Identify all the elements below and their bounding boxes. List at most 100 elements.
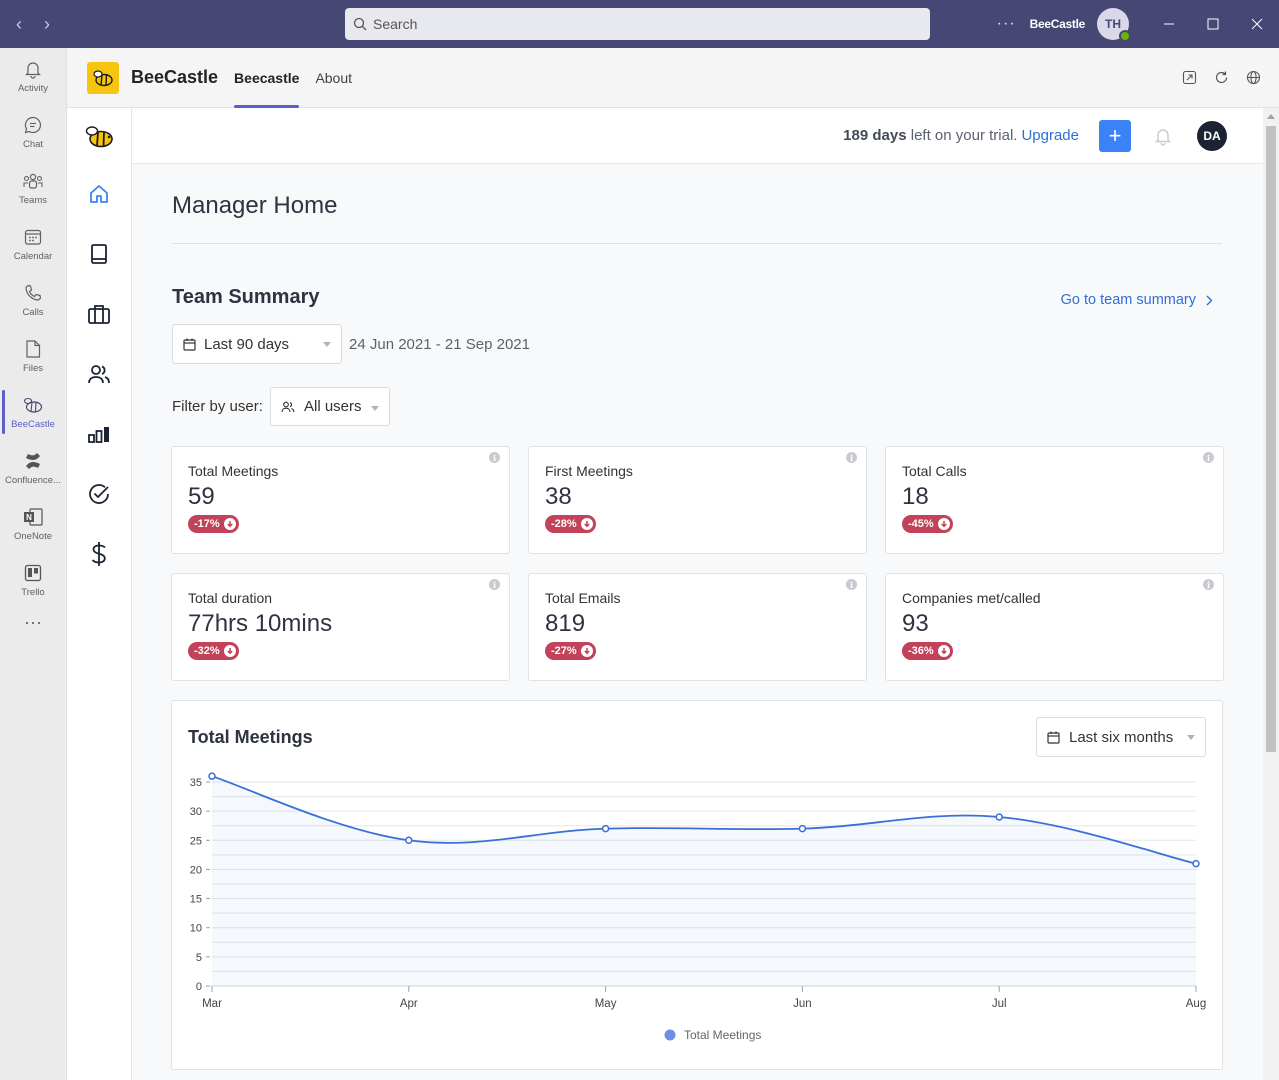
stat-card-total-calls[interactable]: Total Calls 18 -45% i bbox=[885, 446, 1224, 554]
rail-label: Activity bbox=[17, 83, 49, 94]
bee-icon bbox=[22, 394, 44, 416]
rail-label: Files bbox=[22, 363, 44, 374]
rail-item-calendar[interactable]: Calendar bbox=[0, 216, 66, 272]
change-badge: -27% bbox=[545, 642, 596, 660]
rail-item-files[interactable]: Files bbox=[0, 328, 66, 384]
stat-label: Total Calls bbox=[902, 463, 967, 479]
sidebar-item-tasks[interactable] bbox=[67, 464, 131, 524]
sidebar-item-reports[interactable] bbox=[67, 404, 131, 464]
sidebar-item-billing[interactable] bbox=[67, 524, 131, 584]
rail-item-onenote[interactable]: N OneNote bbox=[0, 496, 66, 552]
rail-item-chat[interactable]: Chat bbox=[0, 104, 66, 160]
stat-value: 77hrs 10mins bbox=[188, 610, 333, 637]
date-range-select[interactable]: Last 90 days bbox=[172, 324, 342, 364]
add-button[interactable]: + bbox=[1099, 119, 1131, 152]
legend-label: Total Meetings bbox=[684, 1028, 761, 1042]
user-initials: TH bbox=[1105, 17, 1121, 31]
popout-icon[interactable] bbox=[1181, 70, 1197, 86]
rail-label: Confluence... bbox=[5, 475, 61, 486]
rail-item-trello[interactable]: Trello bbox=[0, 552, 66, 608]
scroll-up-icon[interactable] bbox=[1267, 114, 1275, 119]
stat-card-total-duration[interactable]: Total duration 77hrs 10mins -32% i bbox=[171, 573, 510, 681]
teams-title-bar: ‹ › Search ··· BeeCastle TH bbox=[0, 0, 1279, 48]
notifications-button[interactable] bbox=[1153, 126, 1173, 146]
stat-label: Total Emails bbox=[545, 590, 621, 606]
stat-label: Companies met/called bbox=[902, 590, 1041, 606]
date-range-text: 24 Jun 2021 - 21 Sep 2021 bbox=[349, 336, 530, 353]
forward-arrow-icon[interactable]: › bbox=[40, 14, 54, 35]
more-apps-icon[interactable]: ··· bbox=[0, 612, 66, 633]
stat-label: Total Meetings bbox=[188, 463, 279, 479]
stat-label: First Meetings bbox=[545, 463, 633, 479]
profile-avatar[interactable]: DA bbox=[1197, 120, 1227, 151]
team-summary-link[interactable]: Go to team summary bbox=[1061, 292, 1213, 308]
history-nav: ‹ › bbox=[0, 14, 345, 35]
content-scrollbar[interactable] bbox=[1263, 108, 1279, 1080]
user-filter-select[interactable]: All users bbox=[270, 387, 390, 426]
stat-card-companies[interactable]: Companies met/called 93 -36% i bbox=[885, 573, 1224, 681]
y-tick-label: 0 bbox=[196, 981, 202, 993]
scrollbar-thumb[interactable] bbox=[1266, 126, 1276, 752]
user-avatar[interactable]: TH bbox=[1097, 8, 1131, 42]
x-tick-label: Mar bbox=[202, 998, 222, 1010]
sidebar-item-notebook[interactable] bbox=[67, 224, 131, 284]
beecastle-logo bbox=[87, 61, 119, 94]
calendar-icon bbox=[183, 338, 196, 351]
rail-item-confluence[interactable]: Confluence... bbox=[0, 440, 66, 496]
back-arrow-icon[interactable]: ‹ bbox=[12, 14, 26, 35]
info-icon[interactable]: i bbox=[846, 452, 857, 463]
header-actions bbox=[1181, 70, 1261, 86]
rail-item-calls[interactable]: Calls bbox=[0, 272, 66, 328]
y-tick-label: 10 bbox=[190, 923, 202, 935]
bell-icon bbox=[22, 58, 44, 80]
check-circle-icon bbox=[89, 484, 109, 504]
search-icon bbox=[353, 17, 367, 31]
rail-item-beecastle[interactable]: BeeCastle bbox=[0, 384, 66, 440]
info-icon[interactable]: i bbox=[1203, 579, 1214, 590]
globe-icon[interactable] bbox=[1245, 70, 1261, 86]
tab-beecastle[interactable]: Beecastle bbox=[234, 48, 300, 108]
teams-icon bbox=[22, 170, 44, 192]
arrow-down-icon bbox=[580, 518, 593, 530]
stat-card-total-meetings[interactable]: Total Meetings 59 -17% i bbox=[171, 446, 510, 554]
info-icon[interactable]: i bbox=[1203, 452, 1214, 463]
upgrade-link[interactable]: Upgrade bbox=[1021, 127, 1079, 144]
refresh-icon[interactable] bbox=[1213, 70, 1229, 86]
info-icon[interactable]: i bbox=[489, 579, 500, 590]
change-value: -45% bbox=[908, 518, 934, 530]
chart-range-select[interactable]: Last six months bbox=[1036, 717, 1206, 757]
y-tick-label: 5 bbox=[196, 952, 202, 964]
rail-item-teams[interactable]: Teams bbox=[0, 160, 66, 216]
confluence-icon bbox=[22, 450, 44, 472]
sidebar-item-contacts[interactable] bbox=[67, 344, 131, 404]
tab-label: Beecastle bbox=[234, 69, 300, 86]
user-filter-value: All users bbox=[304, 398, 362, 415]
y-tick-label: 30 bbox=[190, 806, 202, 818]
search-input[interactable]: Search bbox=[345, 8, 930, 40]
more-options-icon[interactable]: ··· bbox=[997, 15, 1016, 33]
sidebar-item-home[interactable] bbox=[67, 164, 131, 224]
sidebar-logo[interactable] bbox=[67, 108, 131, 164]
minimize-button[interactable] bbox=[1147, 0, 1191, 48]
tab-about[interactable]: About bbox=[315, 48, 352, 108]
info-icon[interactable]: i bbox=[846, 579, 857, 590]
stat-value: 18 bbox=[902, 483, 929, 510]
stat-value: 819 bbox=[545, 610, 586, 637]
x-tick-label: Aug bbox=[1186, 998, 1206, 1010]
change-value: -36% bbox=[908, 645, 934, 657]
stat-card-total-emails[interactable]: Total Emails 819 -27% i bbox=[528, 573, 867, 681]
org-name[interactable]: BeeCastle bbox=[1030, 17, 1086, 31]
title-bar-right: ··· BeeCastle TH bbox=[997, 0, 1279, 48]
stat-card-first-meetings[interactable]: First Meetings 38 -28% i bbox=[528, 446, 867, 554]
info-icon[interactable]: i bbox=[489, 452, 500, 463]
onenote-icon: N bbox=[22, 506, 44, 528]
close-button[interactable] bbox=[1235, 0, 1279, 48]
team-summary-label: Go to team summary bbox=[1060, 292, 1196, 308]
rail-label: Chat bbox=[22, 139, 44, 150]
y-tick-label: 35 bbox=[190, 777, 202, 789]
trial-text: left on your trial. bbox=[906, 127, 1018, 144]
maximize-button[interactable] bbox=[1191, 0, 1235, 48]
rail-item-activity[interactable]: Activity bbox=[0, 48, 66, 104]
date-range-value: Last 90 days bbox=[204, 335, 290, 353]
sidebar-item-deals[interactable] bbox=[67, 284, 131, 344]
